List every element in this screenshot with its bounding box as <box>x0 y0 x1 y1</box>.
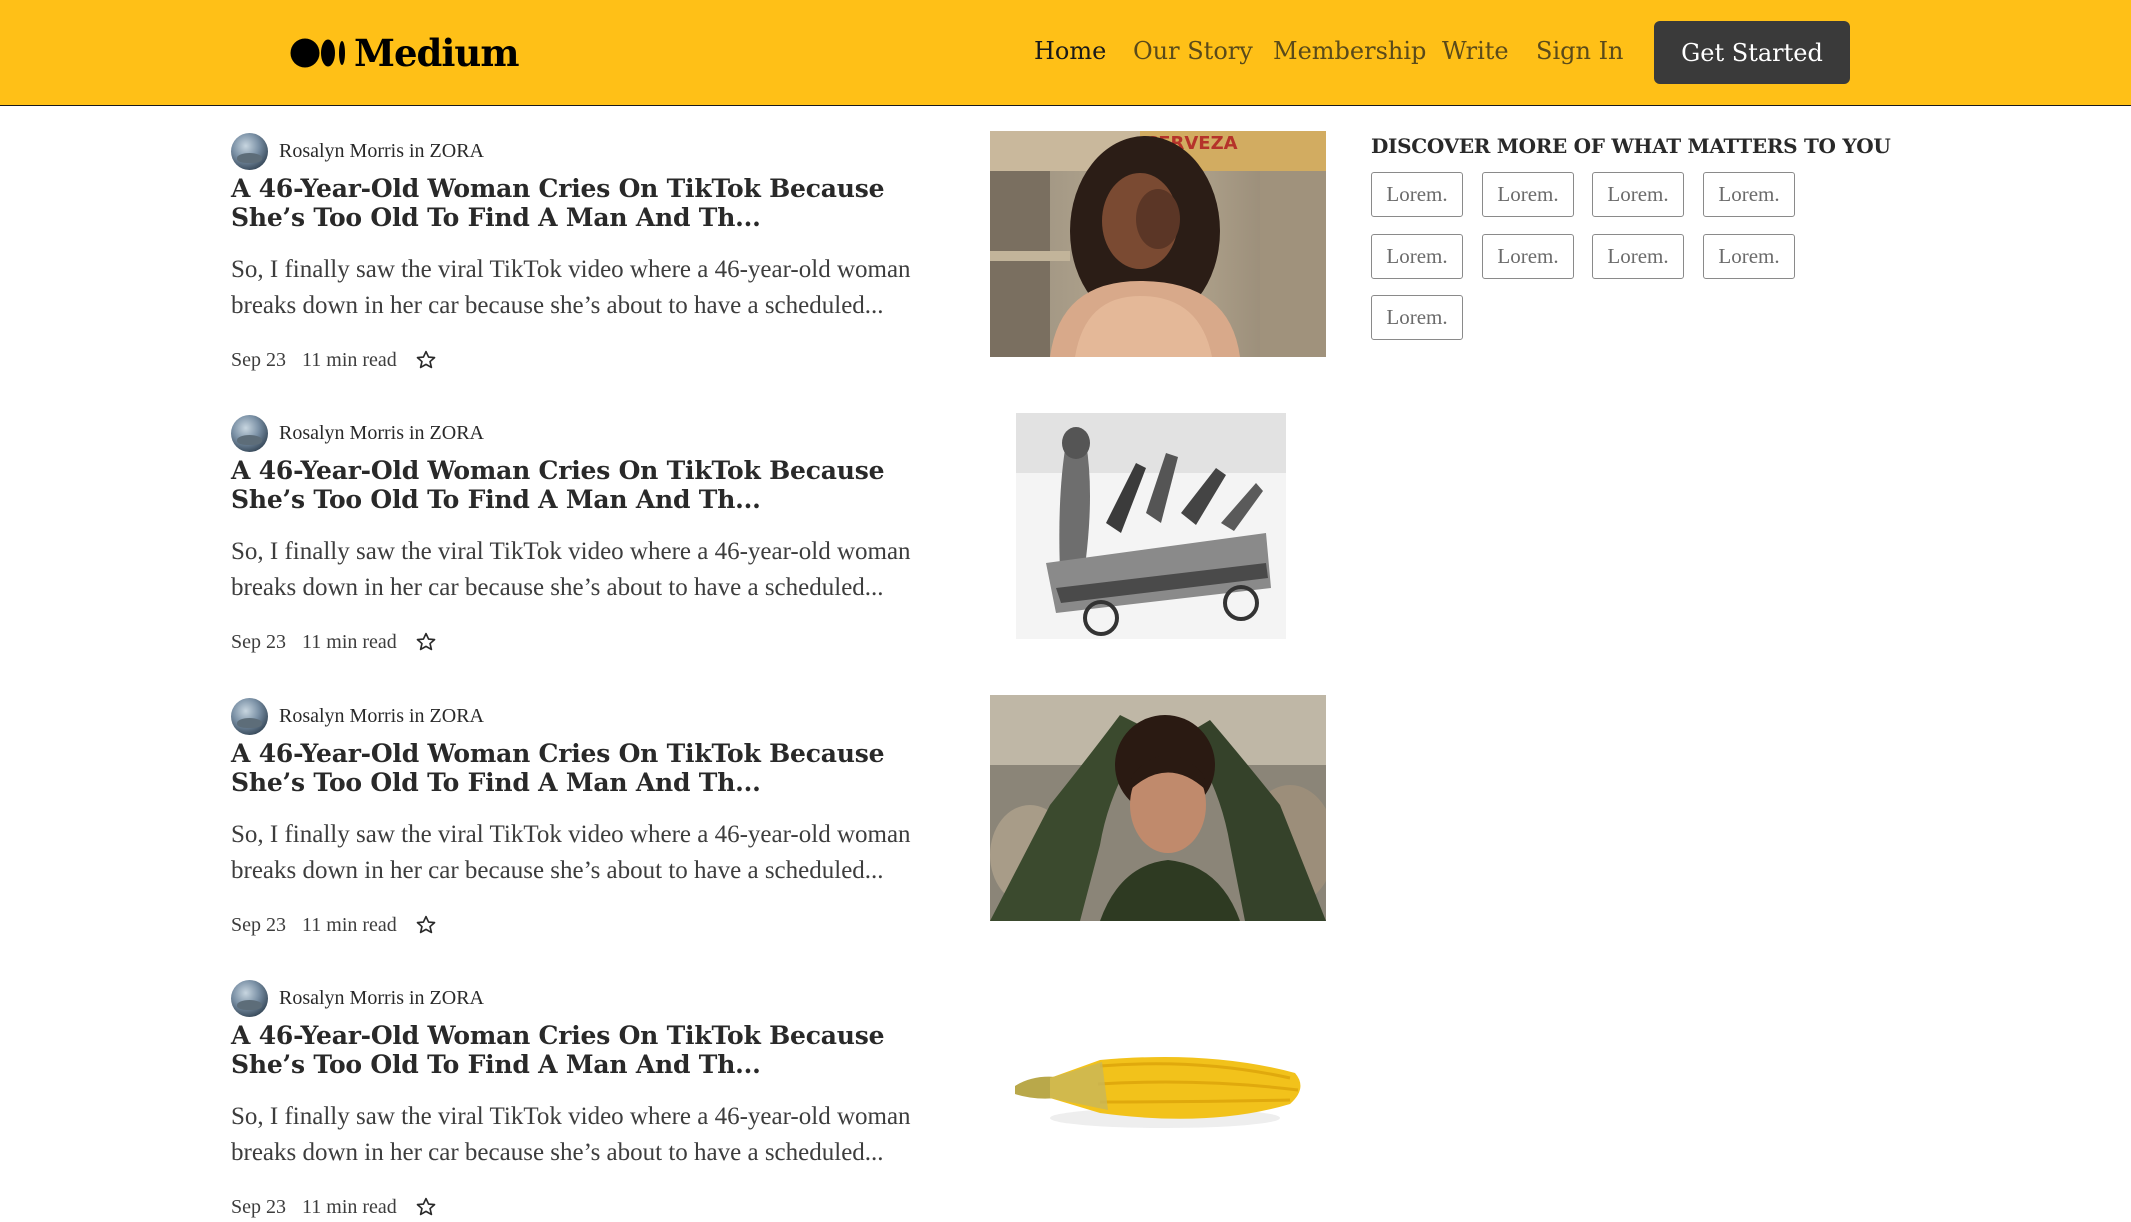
topic-tag[interactable]: Lorem. <box>1592 234 1684 279</box>
article-thumbnail[interactable]: CERVEZA <box>990 131 1326 357</box>
topic-tag[interactable]: Lorem. <box>1703 172 1795 217</box>
topic-tag[interactable]: Lorem. <box>1482 234 1574 279</box>
author-row: Rosalyn Morris in ZORA <box>231 697 484 735</box>
topic-tag[interactable]: Lorem. <box>1371 234 1463 279</box>
article-thumbnail[interactable] <box>990 695 1326 921</box>
author-row: Rosalyn Morris in ZORA <box>231 414 484 452</box>
author-row: Rosalyn Morris in ZORA <box>231 979 484 1017</box>
article-thumbnail[interactable] <box>1016 413 1286 639</box>
corn-cob-image <box>990 978 1326 1204</box>
author-name[interactable]: Rosalyn Morris in ZORA <box>279 705 484 728</box>
article-date: Sep 23 <box>231 630 286 653</box>
article-date: Sep 23 <box>231 1195 286 1218</box>
article-date: Sep 23 <box>231 348 286 371</box>
article-meta: Sep 23 11 min read <box>231 627 437 657</box>
discover-title: DISCOVER MORE OF WHAT MATTERS TO YOU <box>1371 134 1891 158</box>
top-navbar: Medium Home Our Story Membership Write S… <box>0 0 2131 106</box>
article-excerpt[interactable]: So, I finally saw the viral TikTok video… <box>231 252 951 324</box>
nav-home[interactable]: Home <box>1034 36 1106 66</box>
topic-tag[interactable]: Lorem. <box>1371 295 1463 340</box>
author-name[interactable]: Rosalyn Morris in ZORA <box>279 987 484 1010</box>
article-excerpt[interactable]: So, I finally saw the viral TikTok video… <box>231 534 951 606</box>
nav-membership[interactable]: Membership <box>1273 36 1426 66</box>
article-excerpt[interactable]: So, I finally saw the viral TikTok video… <box>231 1099 951 1171</box>
bookmark-star-icon[interactable] <box>415 1196 437 1218</box>
article-date: Sep 23 <box>231 913 286 936</box>
author-name[interactable]: Rosalyn Morris in ZORA <box>279 422 484 445</box>
read-time: 11 min read <box>302 1195 397 1218</box>
topic-tag[interactable]: Lorem. <box>1371 172 1463 217</box>
read-time: 11 min read <box>302 913 397 936</box>
author-row: Rosalyn Morris in ZORA <box>231 132 484 170</box>
woman-tying-hair-image <box>990 695 1326 921</box>
article-thumbnail[interactable] <box>990 978 1326 1204</box>
topic-tag[interactable]: Lorem. <box>1592 172 1684 217</box>
get-started-button[interactable]: Get Started <box>1654 21 1850 84</box>
woman-crying-image: CERVEZA <box>990 131 1326 357</box>
author-avatar[interactable] <box>231 414 268 452</box>
article-meta: Sep 23 11 min read <box>231 345 437 375</box>
article-title[interactable]: A 46-Year-Old Woman Cries On TikTok Beca… <box>231 1021 951 1079</box>
bookmark-star-icon[interactable] <box>415 631 437 653</box>
medium-logo[interactable]: Medium <box>290 30 519 76</box>
topic-tag[interactable]: Lorem. <box>1703 234 1795 279</box>
author-avatar[interactable] <box>231 132 268 170</box>
logo-text: Medium <box>354 31 519 75</box>
read-time: 11 min read <box>302 348 397 371</box>
article-title[interactable]: A 46-Year-Old Woman Cries On TikTok Beca… <box>231 174 951 232</box>
bookmark-star-icon[interactable] <box>415 914 437 936</box>
article-meta: Sep 23 11 min read <box>231 910 437 940</box>
article-title[interactable]: A 46-Year-Old Woman Cries On TikTok Beca… <box>231 456 951 514</box>
vintage-engraving-image <box>1016 413 1286 639</box>
author-name[interactable]: Rosalyn Morris in ZORA <box>279 140 484 163</box>
nav-our-story[interactable]: Our Story <box>1133 36 1253 66</box>
article-excerpt[interactable]: So, I finally saw the viral TikTok video… <box>231 817 951 889</box>
author-avatar[interactable] <box>231 697 268 735</box>
author-avatar[interactable] <box>231 979 268 1017</box>
article-title[interactable]: A 46-Year-Old Woman Cries On TikTok Beca… <box>231 739 951 797</box>
nav-write[interactable]: Write <box>1442 36 1509 66</box>
bookmark-star-icon[interactable] <box>415 349 437 371</box>
read-time: 11 min read <box>302 630 397 653</box>
topic-tag[interactable]: Lorem. <box>1482 172 1574 217</box>
medium-logo-icon <box>290 38 345 68</box>
nav-sign-in[interactable]: Sign In <box>1536 36 1624 66</box>
